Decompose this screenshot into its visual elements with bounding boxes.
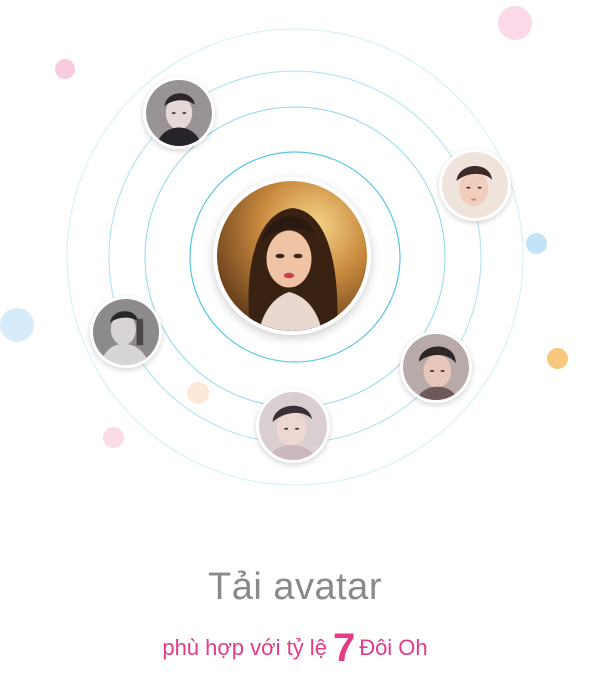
intro-title-text: Tải avatar — [208, 566, 382, 608]
subtitle-suffix: Đôi Oh — [359, 635, 428, 660]
avatar-5[interactable] — [256, 389, 330, 463]
match-count: 7 — [332, 626, 356, 670]
avatar-2[interactable] — [439, 149, 511, 221]
female-portrait-icon — [217, 181, 367, 331]
main-avatar[interactable] — [213, 177, 371, 335]
decor-dot-pink-top-right — [498, 6, 532, 40]
subtitle-prefix: phù hợp với tỷ lệ — [162, 635, 327, 660]
male-portrait-icon — [442, 152, 508, 218]
decor-dot-peach — [187, 382, 209, 404]
decor-dot-blue-left — [0, 308, 34, 342]
male-portrait-icon — [259, 392, 327, 460]
male-portrait-icon — [93, 299, 159, 365]
avatar-1[interactable] — [143, 77, 215, 149]
decor-dot-blue-right — [526, 233, 547, 254]
male-portrait-icon — [146, 80, 212, 146]
male-portrait-icon — [403, 334, 469, 400]
avatar-4[interactable] — [400, 331, 472, 403]
intro-title: Tải avatar — [0, 566, 590, 609]
avatar-3[interactable] — [90, 296, 162, 368]
decor-dot-pink-bottom-left — [103, 427, 124, 448]
decor-dot-pink-top-left — [55, 59, 75, 79]
decor-dot-orange-right — [547, 348, 568, 369]
intro-subtitle: phù hợp với tỷ lệ 7 Đôi Oh — [0, 626, 590, 671]
